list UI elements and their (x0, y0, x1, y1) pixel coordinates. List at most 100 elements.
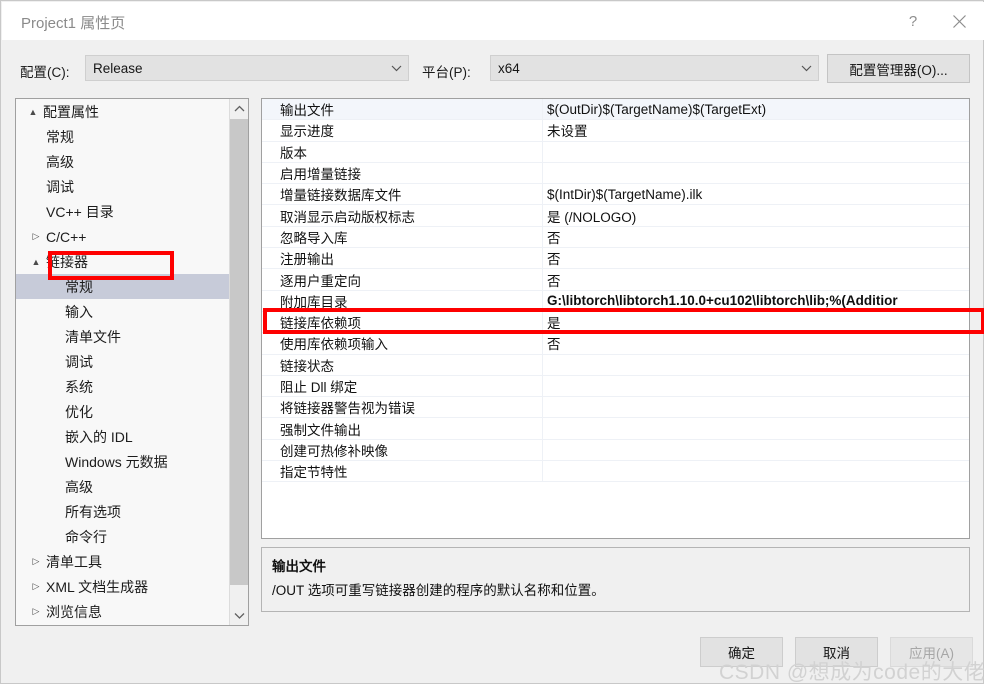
property-row[interactable]: 显示进度 未设置 (262, 120, 969, 142)
configuration-manager-button[interactable]: 配置管理器(O)... (827, 54, 970, 83)
platform-dropdown[interactable]: x64 (490, 55, 819, 81)
tree-item-8[interactable]: 输入 (16, 299, 230, 324)
tree-item-2[interactable]: 高级 (16, 149, 230, 174)
help-icon[interactable]: ? (890, 2, 936, 40)
tree-scrollbar-thumb[interactable] (230, 119, 248, 585)
tree-item-13[interactable]: 嵌入的 IDL (16, 424, 230, 449)
property-row[interactable]: 忽略导入库否 (262, 226, 969, 249)
property-row[interactable]: 使用库依赖项输入否 (262, 333, 969, 355)
property-row[interactable]: 注册输出否 (262, 248, 969, 270)
tree-item-label: 链接器 (46, 253, 88, 270)
property-row[interactable]: 创建可热修补映像 (262, 439, 969, 462)
expanded-arrow-icon[interactable]: ▲ (25, 107, 41, 117)
property-row[interactable]: 指定节特性 (262, 461, 969, 483)
property-value[interactable]: 是 (543, 312, 969, 332)
tree-item-label: 配置属性 (43, 103, 99, 120)
configuration-label: 配置(C): (20, 65, 70, 80)
property-value[interactable]: 否 (543, 333, 969, 353)
property-row[interactable]: 逐用户重定向否 (262, 269, 969, 291)
ok-button[interactable]: 确定 (700, 637, 783, 667)
tree-item-label: 嵌入的 IDL (65, 428, 133, 445)
property-value[interactable]: $(OutDir)$(TargetName)$(TargetExt) (543, 99, 969, 119)
property-value[interactable] (543, 142, 969, 162)
property-value[interactable]: 否 (543, 269, 969, 289)
tree-item-17[interactable]: 命令行 (16, 524, 230, 549)
tree-item-20[interactable]: ▷ 浏览信息 (16, 599, 230, 624)
tree-item-3[interactable]: 调试 (16, 174, 230, 199)
property-value[interactable] (543, 376, 969, 396)
property-row[interactable]: 链接库依赖项是 (262, 311, 969, 334)
description-text: /OUT 选项可重写链接器创建的程序的默认名称和位置。 (272, 583, 605, 598)
tree-item-12[interactable]: 优化 (16, 399, 230, 424)
property-name: 版本 (262, 141, 543, 162)
property-value[interactable]: 否 (543, 227, 969, 247)
tree-item-label: 常规 (46, 128, 74, 145)
tree-item-7[interactable]: 常规 (16, 274, 230, 299)
tree-item-21[interactable]: ▷生成事件 (16, 624, 230, 625)
property-name: 将链接器警告视为错误 (262, 397, 543, 418)
chevron-down-icon[interactable] (230, 606, 248, 625)
tree-item-18[interactable]: ▷ 清单工具 (16, 549, 230, 574)
collapsed-arrow-icon[interactable]: ▷ (28, 606, 44, 617)
property-value[interactable] (543, 397, 969, 417)
property-value[interactable] (543, 461, 969, 481)
tree-item-label: C/C++ (46, 228, 87, 245)
property-row[interactable]: 链接状态 (262, 354, 969, 376)
tree-item-10[interactable]: 调试 (16, 349, 230, 374)
collapsed-arrow-icon[interactable]: ▷ (28, 231, 44, 242)
expanded-arrow-icon[interactable]: ▲ (28, 257, 44, 267)
tree-item-19[interactable]: ▷ XML 文档生成器 (16, 574, 230, 599)
collapsed-arrow-icon[interactable]: ▷ (28, 581, 44, 592)
property-row[interactable]: 取消显示启动版权标志是 (/NOLOGO) (262, 205, 969, 227)
tree-item-14[interactable]: Windows 元数据 (16, 449, 230, 474)
tree-item-label: 浏览信息 (46, 603, 102, 620)
tree-item-label: Windows 元数据 (65, 453, 168, 470)
property-name: 增量链接数据库文件 (262, 184, 543, 205)
property-name: 逐用户重定向 (262, 269, 543, 290)
property-name: 阻止 Dll 绑定 (262, 375, 543, 397)
cancel-button[interactable]: 取消 (795, 637, 878, 667)
tree-item-4[interactable]: VC++ 目录 (16, 199, 230, 224)
property-row[interactable]: 附加库目录 G:\libtorch\libtorch1.10.0+cu102\li… (262, 290, 969, 312)
tree-item-16[interactable]: 所有选项 (16, 499, 230, 524)
property-value[interactable]: 未设置 (543, 120, 969, 140)
property-name: 输出文件 (262, 99, 543, 120)
property-row[interactable]: 增量链接数据库文件 $(IntDir)$(TargetName).ilk (262, 184, 969, 206)
tree-item-15[interactable]: 高级 (16, 474, 230, 499)
property-value[interactable]: $(IntDir)$(TargetName).ilk (543, 184, 969, 204)
tree-item-label: 常规 (65, 278, 93, 295)
collapsed-arrow-icon[interactable]: ▷ (28, 556, 44, 567)
chevron-up-icon[interactable] (230, 99, 248, 118)
property-row[interactable]: 输出文件 $(OutDir)$(TargetName)$(TargetExt) (262, 99, 969, 121)
tree-item-label: 输入 (65, 303, 93, 320)
tree-item-11[interactable]: 系统 (16, 374, 230, 399)
chevron-down-icon (384, 65, 408, 72)
tree-item-label: 优化 (65, 403, 93, 420)
tree-scrollbar[interactable] (229, 99, 248, 625)
tree-item-5[interactable]: ▷ C/C++ (16, 224, 230, 249)
close-icon[interactable] (936, 2, 982, 40)
platform-label: 平台(P): (422, 65, 471, 80)
property-value[interactable]: 是 (/NOLOGO) (543, 205, 969, 225)
property-row[interactable]: 将链接器警告视为错误 (262, 397, 969, 419)
property-name: 取消显示启动版权标志 (262, 205, 543, 226)
property-value[interactable]: G:\libtorch\libtorch1.10.0+cu102\libtorc… (543, 291, 969, 311)
tree-item-0[interactable]: ▲ 配置属性 (16, 99, 230, 124)
tree-item-label: 系统 (65, 378, 93, 395)
property-value[interactable] (543, 163, 969, 183)
configuration-dropdown[interactable]: Release (85, 55, 409, 81)
property-row[interactable]: 启用增量链接 (262, 162, 969, 185)
property-value[interactable]: 否 (543, 248, 969, 268)
tree-item-6[interactable]: ▲ 链接器 (16, 249, 230, 274)
tree-item-9[interactable]: 清单文件 (16, 324, 230, 349)
tree-item-label: 调试 (65, 353, 93, 370)
property-row[interactable]: 版本 (262, 141, 969, 163)
property-value[interactable] (543, 355, 969, 375)
property-name: 注册输出 (262, 248, 543, 269)
tree-item-1[interactable]: 常规 (16, 124, 230, 149)
property-row[interactable]: 阻止 Dll 绑定 (262, 375, 969, 398)
property-row[interactable]: 强制文件输出 (262, 418, 969, 440)
property-value[interactable] (543, 418, 969, 438)
chevron-down-icon (794, 65, 818, 72)
property-value[interactable] (543, 440, 969, 460)
